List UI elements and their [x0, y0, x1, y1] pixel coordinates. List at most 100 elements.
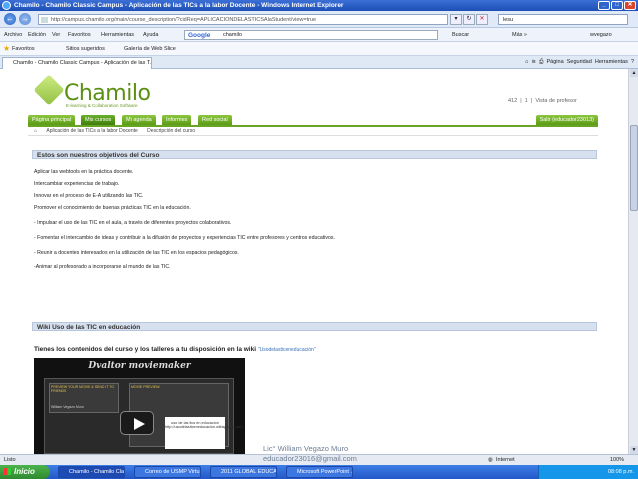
menu-ayuda[interactable]: Ayuda	[143, 28, 159, 42]
taskbar: Inicio Chamilo - Chamilo Cla... Correo d…	[0, 465, 638, 479]
objective-line: - Reunir a docentes interesados en la ut…	[34, 250, 239, 256]
nav-red-social[interactable]: Red social	[198, 115, 232, 125]
video-pane-left-text: PREVIEW YOUR MOVIE & SEND IT TO FRIENDS	[51, 385, 115, 393]
clock: 08:08 p.m.	[608, 469, 634, 475]
teacher-view-link[interactable]: Vista de profesor	[535, 98, 576, 104]
brand-tagline: E-learning & Collaboration Software	[66, 103, 138, 108]
print-icon[interactable]: ⎙	[539, 59, 543, 65]
author-watermark: Lic° William Vegazo Muro educador23016@g…	[263, 444, 403, 464]
back-arrow-icon[interactable]: ←	[4, 13, 16, 25]
fav-sitios-sugeridos[interactable]: Sitios sugeridos	[66, 42, 105, 56]
system-tray: 08:08 p.m.	[538, 465, 638, 479]
buscar-button[interactable]: Buscar	[452, 28, 469, 42]
breadcrumb-current: Descripción del curso	[147, 128, 195, 134]
wiki-text: Tienes los contenidos del curso y los ta…	[34, 346, 316, 353]
ie-logo-icon	[2, 1, 11, 10]
task-correo[interactable]: Correo de USMP Virtu...	[134, 466, 201, 478]
wiki-link[interactable]: "Usodelasticeneducación"	[258, 347, 316, 353]
stop-icon[interactable]: ✕	[476, 14, 488, 25]
favorites-bar: ★ Favoritos Sitios sugeridos Galería de …	[0, 42, 638, 56]
page-menu[interactable]: Página	[547, 59, 564, 65]
video-pane-right-text: MOVIE PREVIEW:	[131, 385, 161, 389]
scroll-thumb[interactable]	[630, 125, 638, 211]
objective-line: - Impulsar el uso de las TIC en el aula,…	[34, 220, 232, 226]
chamilo-logo-icon	[33, 74, 65, 106]
objective-line: Innovar en el proceso de E-A utilizando …	[34, 193, 144, 199]
video-title: Dvaltor moviemaker	[88, 361, 191, 371]
fav-galeria-web-slice[interactable]: Galería de Web Slice	[124, 42, 176, 56]
nav-mis-cursos[interactable]: Mis cursos	[81, 115, 116, 125]
menu-bar: Archivo Edición Ver Favoritos Herramient…	[0, 28, 638, 42]
command-bar: ⌂ ≋ ⎙ Página Seguridad Herramientas ?	[525, 56, 634, 69]
google-search-input[interactable]: Google chamilo	[184, 30, 438, 40]
address-url: http://campus.chamilo.org/main/course_de…	[51, 17, 317, 23]
wiki-heading: Wiki Uso de las TIC en educación	[32, 322, 597, 331]
objective-line: -Animar al profesorado a incorporarse al…	[34, 264, 171, 270]
home-icon[interactable]: ⌂	[34, 127, 37, 136]
breadcrumb: ⌂ Aplicación de las TICs a la labor Doce…	[28, 127, 598, 136]
tools-menu[interactable]: Herramientas	[595, 59, 628, 65]
objective-line: Promover el conocimiento de buenas práct…	[34, 205, 191, 211]
menu-favoritos[interactable]: Favoritos	[68, 28, 91, 42]
video-creator: William Vegazo Muro	[51, 405, 84, 409]
address-bar[interactable]: http://campus.chamilo.org/main/course_de…	[38, 14, 448, 25]
globe-icon: ◍	[488, 457, 493, 463]
menu-edicion[interactable]: Edición	[28, 28, 46, 42]
scroll-down-icon[interactable]: ▼	[630, 446, 638, 454]
feeds-icon[interactable]: ≋	[531, 59, 536, 65]
google-label: Google	[188, 32, 211, 39]
main-nav: Página principal Mis cursos Mi agenda In…	[28, 115, 598, 125]
play-button[interactable]	[120, 411, 154, 435]
vertical-scrollbar[interactable]: ▲ ▼	[628, 69, 638, 454]
scroll-up-icon[interactable]: ▲	[630, 69, 638, 77]
page-icon	[41, 17, 48, 23]
forward-arrow-icon[interactable]: →	[19, 13, 31, 25]
maximize-button[interactable]: □	[611, 1, 623, 10]
title-bar: Chamilo - Chamilo Classic Campus - Aplic…	[0, 0, 638, 11]
help-icon[interactable]: ?	[631, 59, 634, 65]
zoom-level[interactable]: 100%	[610, 455, 624, 465]
user-button[interactable]: wvegazo	[590, 28, 612, 42]
objectives-heading: Estos son nuestros objetivos del Curso	[32, 150, 597, 159]
header-stats: 412 | 1 | Vista de profesor	[508, 98, 577, 104]
address-row: ← → http://campus.chamilo.org/main/cours…	[0, 11, 638, 28]
favorites-button[interactable]: Favoritos	[12, 42, 35, 56]
refresh-icon[interactable]: ↻	[463, 14, 475, 25]
logout-link[interactable]: Salir (educador23013)	[535, 115, 598, 125]
nav-informes[interactable]: Informes	[162, 115, 192, 125]
page-viewport: Chamilo E-learning & Collaboration Softw…	[0, 69, 628, 454]
status-text: Listo	[4, 457, 16, 463]
dropdown-icon[interactable]: ▾	[450, 14, 462, 25]
video-player[interactable]: Dvaltor moviemaker PREVIEW YOUR MOVIE & …	[34, 358, 245, 454]
nav-pagina-principal[interactable]: Página principal	[28, 115, 76, 125]
objective-line: Intercambiar experiencias de trabajo.	[34, 181, 120, 187]
menu-archivo[interactable]: Archivo	[4, 28, 22, 42]
task-chamilo[interactable]: Chamilo - Chamilo Cla...	[58, 466, 125, 478]
tab-row: Chamilo - Chamilo Classic Campus - Aplic…	[0, 56, 638, 69]
start-button[interactable]: Inicio	[0, 465, 50, 479]
author-name: Lic° William Vegazo Muro	[263, 444, 349, 453]
author-email: educador23016@gmail.com	[263, 454, 357, 463]
menu-ver[interactable]: Ver	[52, 28, 60, 42]
close-button[interactable]: ✕	[624, 1, 636, 10]
video-pane-left: PREVIEW YOUR MOVIE & SEND IT TO FRIENDS …	[49, 383, 119, 413]
nav-mi-agenda[interactable]: Mi agenda	[122, 115, 156, 125]
minimize-button[interactable]: _	[598, 1, 610, 10]
window-title: Chamilo - Chamilo Classic Campus - Aplic…	[14, 2, 344, 9]
live-search-input[interactable]: lesu	[498, 14, 628, 25]
zone-text: Internet	[496, 457, 515, 463]
task-powerpoint[interactable]: Microsoft PowerPoint ...	[286, 466, 353, 478]
google-value: chamilo	[223, 32, 242, 38]
breadcrumb-course[interactable]: Aplicación de las TICs a la labor Docent…	[46, 127, 137, 136]
objective-line: Aplicar las webtools en la práctica doce…	[34, 169, 134, 175]
video-card: uso de las tics en educacion http://usod…	[165, 417, 243, 449]
stat-a[interactable]: 412	[508, 98, 517, 104]
security-menu[interactable]: Seguridad	[567, 59, 592, 65]
task-global-educa[interactable]: 2011 GLOBAL EDUCA...	[210, 466, 277, 478]
mas-button[interactable]: Más »	[512, 28, 527, 42]
menu-herramientas[interactable]: Herramientas	[101, 28, 134, 42]
stat-b[interactable]: 1	[525, 98, 528, 104]
home-icon[interactable]: ⌂	[525, 59, 528, 65]
browser-tab[interactable]: Chamilo - Chamilo Classic Campus - Aplic…	[2, 57, 152, 69]
browser-window: Chamilo - Chamilo Classic Campus - Aplic…	[0, 0, 638, 479]
